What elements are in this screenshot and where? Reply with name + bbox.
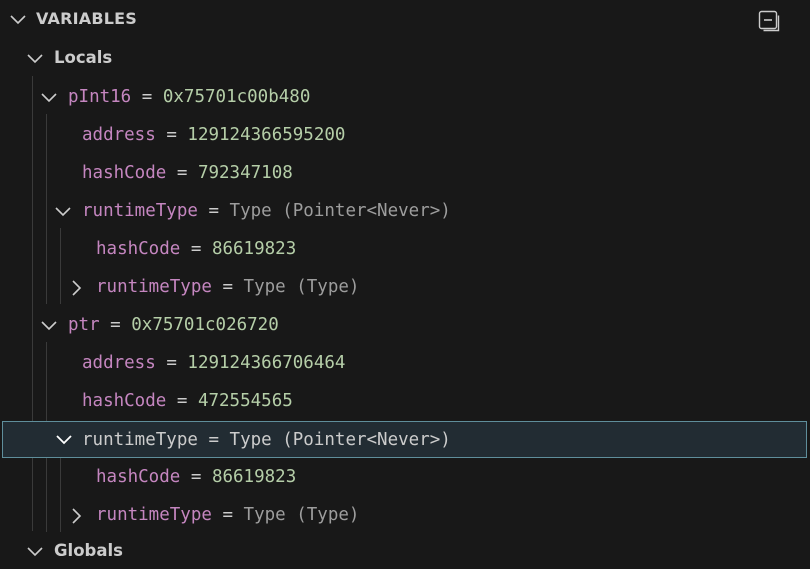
variable-value: 472554565 — [197, 391, 293, 411]
variable-name: runtimeType — [82, 430, 198, 450]
chevron-down-icon — [10, 15, 26, 25]
variable-row[interactable]: hashCode = 792347108 — [0, 154, 810, 192]
chevron-down-icon — [27, 547, 43, 557]
scope-globals[interactable]: Globals — [0, 532, 810, 569]
equals-sign: = — [166, 125, 177, 145]
equals-sign: = — [208, 201, 219, 221]
variable-value: Type (Type) — [243, 505, 360, 525]
chevron-down-icon — [27, 54, 43, 64]
equals-sign: = — [166, 353, 177, 373]
variable-name: address — [82, 125, 156, 145]
variable-name: hashCode — [82, 163, 167, 183]
equals-sign: = — [110, 315, 121, 335]
variable-name: hashCode — [96, 467, 181, 487]
equals-sign: = — [190, 239, 202, 259]
variable-name: hashCode — [96, 239, 181, 259]
variable-row[interactable]: runtimeType = Type (Pointer<Never>) — [0, 192, 810, 230]
equals-sign: = — [141, 87, 153, 107]
chevron-down-icon — [56, 435, 72, 445]
chevron-down-icon — [41, 321, 57, 331]
variable-value: 86619823 — [211, 239, 297, 259]
variable-row[interactable]: address = 129124366706464 — [0, 344, 810, 382]
chevron-down-icon — [55, 207, 71, 217]
equals-sign: = — [176, 163, 188, 183]
equals-sign: = — [222, 277, 233, 297]
variable-name: address — [82, 353, 156, 373]
variable-name: runtimeType — [96, 277, 212, 297]
variable-value: 792347108 — [197, 163, 293, 183]
scope-label: Locals — [54, 48, 113, 67]
variables-section-header[interactable]: VARIABLES — [0, 0, 810, 40]
variable-name: pInt16 — [68, 87, 132, 107]
variable-row[interactable]: hashCode = 472554565 — [0, 382, 810, 420]
variable-value: Type (Pointer<Never>) — [229, 430, 451, 450]
chevron-down-icon — [41, 93, 57, 103]
variable-row-selected[interactable]: runtimeType = Type (Pointer<Never>) — [2, 421, 807, 458]
variable-name: hashCode — [82, 391, 167, 411]
equals-sign: = — [208, 430, 219, 450]
variable-row[interactable]: ptr = 0x75701c026720 — [0, 306, 810, 344]
chevron-right-icon — [72, 508, 82, 524]
variable-row[interactable]: pInt16 = 0x75701c00b480 — [0, 78, 810, 116]
variable-name: runtimeType — [96, 505, 212, 525]
variable-name: runtimeType — [82, 201, 198, 221]
chevron-right-icon — [72, 280, 82, 296]
variable-value: 129124366706464 — [187, 353, 346, 373]
variable-name: ptr — [68, 315, 100, 335]
variable-value: Type (Type) — [243, 277, 360, 297]
variable-value: 129124366595200 — [187, 125, 346, 145]
scope-label: Globals — [54, 541, 123, 560]
equals-sign: = — [222, 505, 233, 525]
variable-value: 86619823 — [211, 467, 297, 487]
variable-row[interactable]: runtimeType = Type (Type) — [0, 268, 810, 306]
variable-value: 0x75701c00b480 — [162, 87, 311, 107]
variable-row[interactable]: address = 129124366595200 — [0, 116, 810, 154]
variable-row[interactable]: hashCode = 86619823 — [0, 230, 810, 268]
variable-row[interactable]: runtimeType = Type (Type) — [0, 496, 810, 534]
collapse-all-icon[interactable] — [756, 8, 782, 34]
equals-sign: = — [176, 391, 188, 411]
scope-locals[interactable]: Locals — [0, 39, 810, 77]
variable-value: 0x75701c026720 — [131, 315, 279, 335]
equals-sign: = — [190, 467, 202, 487]
section-title: VARIABLES — [36, 9, 137, 28]
variable-value: Type (Pointer<Never>) — [229, 201, 451, 221]
variable-row[interactable]: hashCode = 86619823 — [0, 458, 810, 496]
